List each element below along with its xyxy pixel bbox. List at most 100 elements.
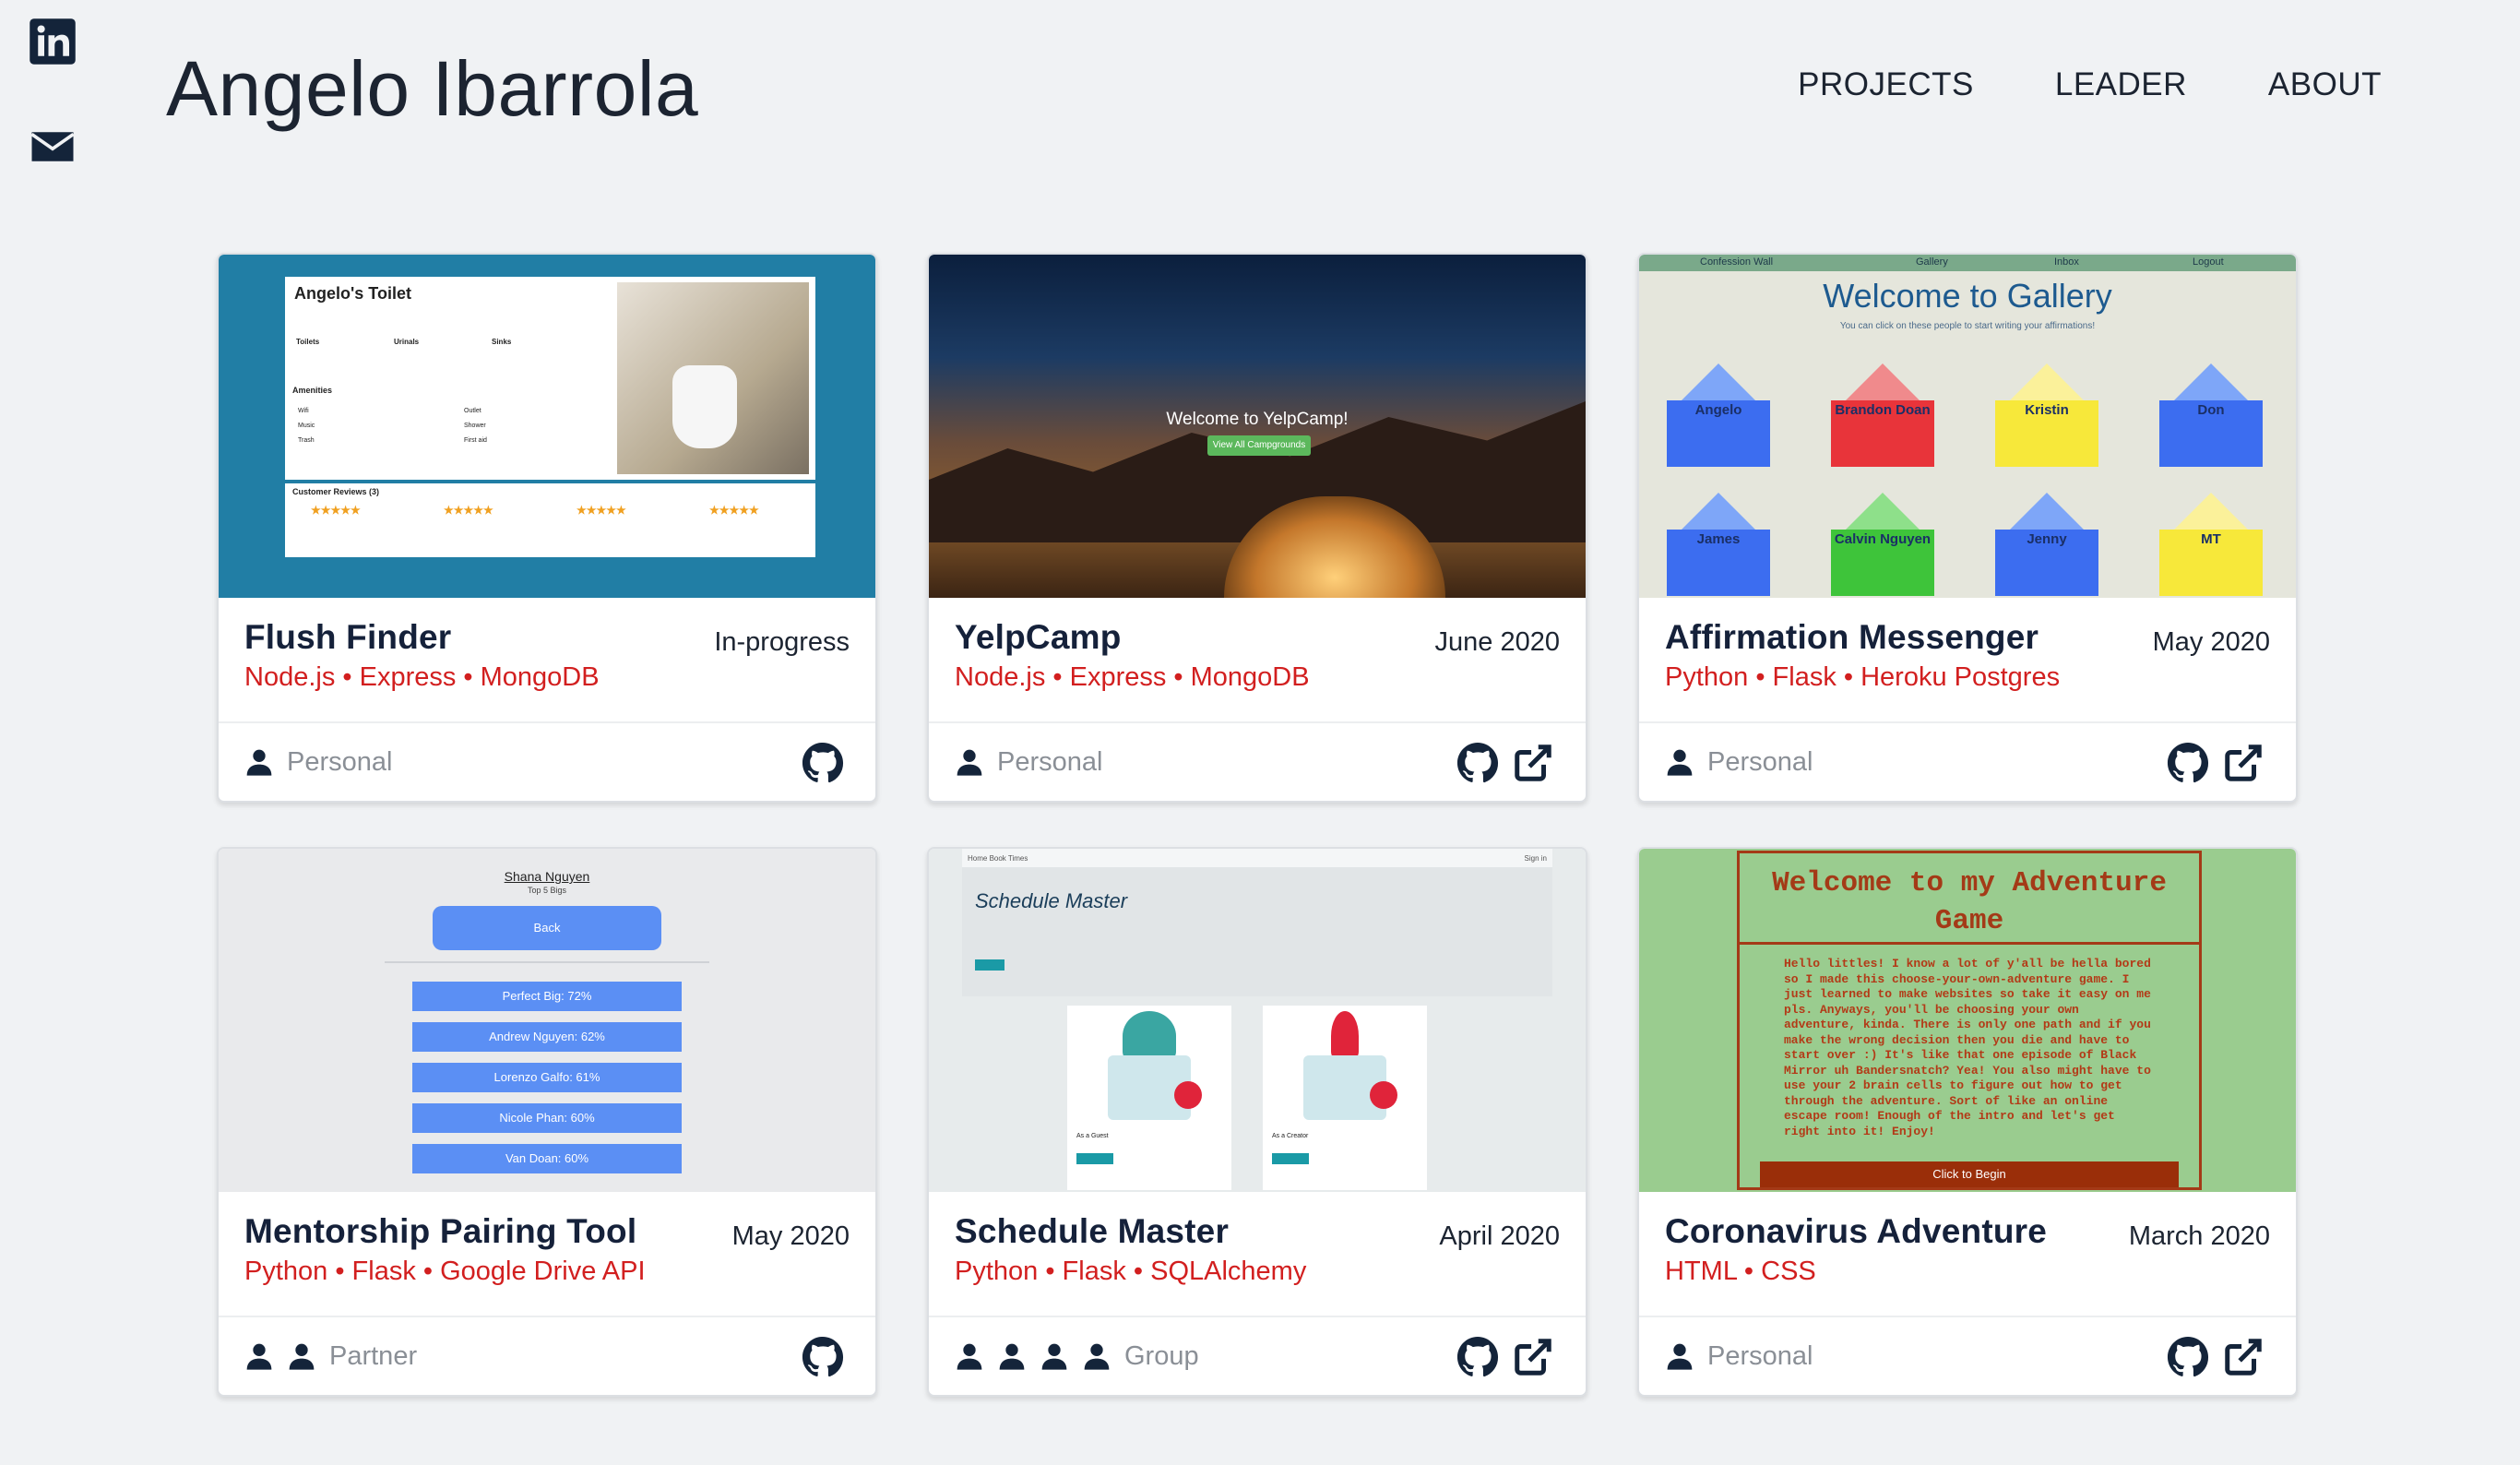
envelope-icon: Kristin [1995,363,2098,467]
github-icon[interactable] [802,742,844,784]
envelope-icon: Calvin Nguyen [1831,493,1934,596]
project-thumbnail[interactable]: Shana Nguyen Top 5 Bigs Back Perfect Big… [219,849,875,1192]
card-footer: Group [929,1317,1586,1395]
project-card[interactable]: Welcome to my Adventure Game Hello littl… [1637,847,2298,1397]
star-rating: ★★★★★ [444,504,493,517]
project-card[interactable]: Angelo's Toilet Toilets Urinals Sinks Am… [217,253,877,803]
people-icons [955,1341,1111,1371]
card-footer: Personal [1639,1317,2296,1395]
project-date: In-progress [714,627,850,657]
project-links [802,742,844,784]
person-icon [1667,1343,1693,1370]
person-icon [289,1343,315,1370]
thumb-nav-item: Inbox [2054,256,2079,268]
github-icon[interactable] [2167,1336,2209,1378]
person-icon [1331,1011,1359,1061]
thumb-title: Schedule Master [975,889,1128,912]
card-footer: Personal [929,723,1586,801]
project-tech: Node.js • Express • MongoDB [955,662,1310,692]
collab-type: Personal [997,746,1103,777]
collab-type: Personal [1707,746,1813,777]
project-thumbnail[interactable]: Confession Wall Gallery Inbox Logout Wel… [1639,255,2296,598]
thumb-navbar: Home Book Times Sign in [962,849,1552,867]
project-tech: Python • Flask • SQLAlchemy [955,1257,1307,1286]
project-card[interactable]: Welcome to YelpCamp! View All Campground… [927,253,1587,803]
project-links [2167,742,2264,784]
divider [385,961,709,963]
creator-pane: As a Creator [1263,1006,1427,1190]
project-date: April 2020 [1439,1221,1560,1251]
thumb-amenity: Trash [298,437,315,444]
card-footer: Partner [219,1317,875,1395]
project-links [1456,1336,1554,1378]
bathroom-photo [617,282,809,474]
thumb-text: Hello littles! I know a lot of y'all be … [1784,957,2151,1138]
project-links [802,1336,844,1378]
thumb-section: Amenities [292,386,333,395]
collab-type: Group [1124,1340,1199,1371]
project-thumbnail[interactable]: Angelo's Toilet Toilets Urinals Sinks Am… [219,255,875,598]
page-title: Angelo Ibarrola [166,45,699,132]
envelope-icon: Don [2159,363,2263,467]
github-icon[interactable] [1456,1336,1499,1378]
thumb-row: Van Doan: 60% [412,1144,682,1173]
project-thumbnail[interactable]: Welcome to my Adventure Game Hello littl… [1639,849,2296,1192]
project-card[interactable]: Home Book Times Sign in Schedule Master A… [927,847,1587,1397]
github-icon[interactable] [802,1336,844,1378]
checkmark-icon [1370,1081,1397,1109]
person-icon [1084,1343,1110,1370]
thumb-jumbotron [962,867,1552,996]
project-links [2167,1336,2264,1378]
collab-type: Partner [329,1340,418,1371]
project-card[interactable]: Confession Wall Gallery Inbox Logout Wel… [1637,253,2298,803]
external-link-icon[interactable] [1512,1336,1554,1378]
thumb-action [1272,1153,1309,1164]
external-link-icon[interactable] [2222,742,2264,784]
thumb-stall: Sinks [492,338,512,346]
card-body: Affirmation Messenger May 2020 Python • … [1639,598,2296,723]
nav-about[interactable]: ABOUT [2268,66,2382,103]
thumb-action [1076,1153,1113,1164]
person-icon [1667,749,1693,776]
thumb-section: Customer Reviews (3) [292,487,380,496]
linkedin-icon[interactable] [28,17,77,66]
project-thumbnail[interactable]: Welcome to YelpCamp! View All Campground… [929,255,1586,598]
thumb-title: Welcome to my Adventure Game [1772,867,2167,937]
nav-projects[interactable]: PROJECTS [1798,66,1974,103]
collab-type: Personal [287,746,393,777]
envelope-icon: Angelo [1667,363,1770,467]
guest-pane: As a Guest [1067,1006,1231,1190]
person-icon [246,1343,272,1370]
thumb-row: Nicole Phan: 60% [412,1103,682,1133]
thumb-amenity: Wifi [298,408,309,414]
project-thumbnail[interactable]: Home Book Times Sign in Schedule Master A… [929,849,1586,1192]
github-icon[interactable] [2167,742,2209,784]
divider [1740,942,2199,945]
star-rating: ★★★★★ [577,504,626,517]
project-tech: Python • Flask • Heroku Postgres [1665,662,2061,692]
thumb-amenity: Outlet [464,408,481,414]
people-icons [955,747,984,777]
thumb-row: Andrew Nguyen: 62% [412,1022,682,1052]
nav-leader[interactable]: LEADER [2055,66,2187,103]
project-date: May 2020 [2152,627,2270,657]
thumb-register-button [975,959,1004,971]
project-card[interactable]: Shana Nguyen Top 5 Bigs Back Perfect Big… [217,847,877,1397]
envelope-icon[interactable] [28,122,77,172]
card-body: Schedule Master April 2020 Python • Flas… [929,1192,1586,1317]
person-icon [246,749,272,776]
thumb-button: View All Campgrounds [1207,435,1311,456]
thumb-headline: Welcome to YelpCamp! [1166,410,1349,429]
thumb-title: Angelo's Toilet [294,284,411,303]
person-icon [999,1343,1025,1370]
external-link-icon[interactable] [2222,1336,2264,1378]
github-icon[interactable] [1456,742,1499,784]
thumb-stall: Toilets [296,338,320,346]
envelope-icon: James [1667,493,1770,596]
project-tech: HTML • CSS [1665,1257,1816,1286]
thumb-amenity: Shower [464,423,486,429]
thumb-nav-item: Confession Wall [1700,256,1774,268]
external-link-icon[interactable] [1512,742,1554,784]
star-rating: ★★★★★ [709,504,759,517]
project-tech: Node.js • Express • MongoDB [244,662,600,692]
